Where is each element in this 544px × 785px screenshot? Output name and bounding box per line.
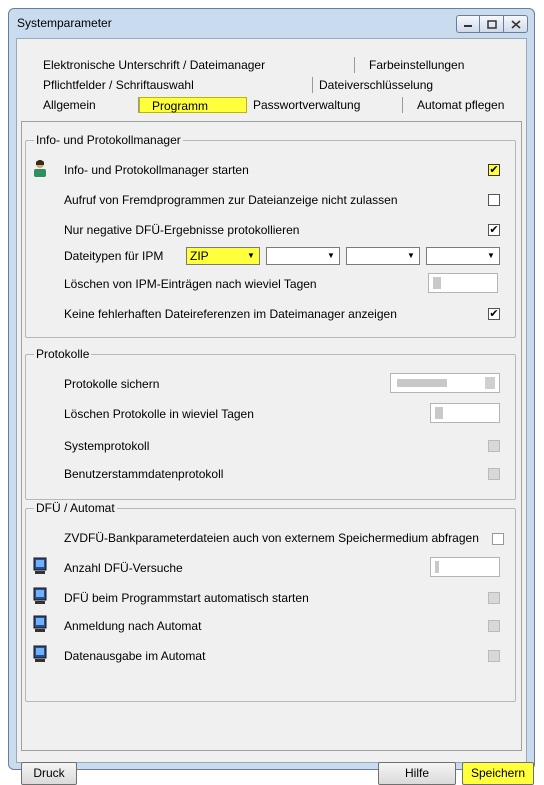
dropdown-dateityp-1[interactable]: ZIP ▼	[186, 247, 260, 265]
maximize-button[interactable]	[480, 15, 504, 33]
label-negative-dfue: Nur negative DFÜ-Ergebnisse protokollier…	[64, 223, 300, 237]
chevron-down-icon: ▼	[487, 251, 495, 260]
dropdown-protokolle-sichern[interactable]	[390, 373, 500, 393]
minimize-icon	[464, 25, 472, 27]
minimize-button[interactable]	[456, 15, 480, 33]
checkbox-anmeldung-automat[interactable]	[488, 620, 500, 632]
tab-automat-pflegen[interactable]: Automat pflegen	[403, 97, 513, 113]
dialog-client: Elektronische Unterschrift / Dateimanage…	[16, 38, 534, 785]
tab-elektronische-unterschrift[interactable]: Elektronische Unterschrift / Dateimanage…	[37, 57, 355, 73]
user-icon	[34, 160, 46, 177]
label-fremdprogramme: Aufruf von Fremdprogrammen zur Dateianze…	[64, 193, 398, 207]
computer-icon	[33, 615, 47, 632]
group-protokolle: Protokolle Protokolle sichern Löschen Pr…	[25, 347, 516, 500]
tab-panel-programm: Info- und Protokollmanager Info- und Pro…	[21, 121, 522, 751]
label-fehlerhafte-referenzen: Keine fehlerhaften Dateireferenzen im Da…	[64, 307, 397, 321]
close-icon	[510, 19, 521, 29]
chevron-down-icon: ▼	[327, 251, 335, 260]
chevron-down-icon: ▼	[407, 251, 415, 260]
checkbox-dfue-autostart[interactable]	[488, 592, 500, 604]
window-title: Systemparameter	[17, 16, 112, 30]
print-button[interactable]: Druck	[21, 762, 77, 785]
input-protokolle-tage[interactable]	[430, 403, 500, 423]
label-benutzerstammdatenprotokoll: Benutzerstammdatenprotokoll	[64, 467, 224, 481]
group-label: Info- und Protokollmanager	[34, 133, 183, 147]
checkbox-systemprotokoll[interactable]	[488, 440, 500, 452]
computer-icon	[33, 587, 47, 604]
label-dateitypen: Dateitypen für IPM	[64, 249, 164, 263]
obscured-value	[397, 379, 447, 387]
tab-pflichtfelder[interactable]: Pflichtfelder / Schriftauswahl	[37, 77, 313, 93]
checkbox-negative-dfue[interactable]: ✔	[488, 224, 500, 236]
input-ipm-tage[interactable]	[428, 273, 498, 293]
label-anmeldung-automat: Anmeldung nach Automat	[64, 619, 202, 633]
group-info-protokollmanager: Info- und Protokollmanager Info- und Pro…	[25, 133, 516, 338]
group-label: DFÜ / Automat	[34, 501, 117, 515]
maximize-icon	[486, 19, 497, 29]
obscured-value	[435, 561, 439, 573]
chevron-down-icon: ▼	[247, 251, 255, 260]
label-dfue-autostart: DFÜ beim Programmstart automatisch start…	[64, 591, 309, 605]
checkbox-datenausgabe-automat[interactable]	[488, 650, 500, 662]
checkbox-ipm-starten[interactable]: ✔	[488, 164, 500, 176]
save-button[interactable]: Speichern	[462, 762, 534, 785]
label-datenausgabe-automat: Datenausgabe im Automat	[64, 649, 206, 663]
label-dfue-versuche: Anzahl DFÜ-Versuche	[64, 561, 183, 575]
system-parameter-window: Systemparameter Elektronische Unterschri…	[8, 8, 535, 785]
dropdown-dateityp-4[interactable]: ▼	[426, 247, 500, 265]
label-protokolle-sichern: Protokolle sichern	[64, 377, 160, 391]
title-bar[interactable]: Systemparameter	[9, 9, 534, 37]
label-protokolle-loeschen: Löschen Protokolle in wieviel Tagen	[64, 407, 254, 421]
help-button[interactable]: Hilfe	[378, 762, 456, 785]
tab-programm[interactable]: Programm	[139, 97, 247, 113]
input-dfue-versuche[interactable]	[430, 557, 500, 577]
dropdown-value: ZIP	[190, 249, 209, 263]
label-zvdfue: ZVDFÜ-Bankparameterdateien auch von exte…	[64, 531, 479, 545]
close-button[interactable]	[504, 15, 528, 33]
obscured-value	[433, 277, 441, 289]
computer-icon	[33, 557, 47, 574]
label-ipm-starten: Info- und Protokollmanager starten	[64, 163, 249, 177]
chevron-down-icon	[485, 377, 495, 389]
checkbox-benutzerstammdatenprotokoll[interactable]	[488, 468, 500, 480]
checkbox-fremdprogramme[interactable]	[488, 194, 500, 206]
label-ipm-loeschen: Löschen von IPM-Einträgen nach wieviel T…	[64, 277, 317, 291]
checkbox-fehlerhafte-referenzen[interactable]: ✔	[488, 308, 500, 320]
obscured-value	[435, 407, 443, 419]
tab-passwortverwaltung[interactable]: Passwortverwaltung	[247, 97, 403, 113]
tab-dateiverschluesselung[interactable]: Dateiverschlüsselung	[313, 77, 453, 93]
checkbox-zvdfue[interactable]	[492, 533, 504, 545]
dropdown-dateityp-3[interactable]: ▼	[346, 247, 420, 265]
group-label: Protokolle	[34, 347, 92, 361]
tab-farbeinstellungen[interactable]: Farbeinstellungen	[355, 57, 475, 73]
tab-allgemein[interactable]: Allgemein	[37, 97, 139, 113]
computer-icon	[33, 645, 47, 662]
label-systemprotokoll: Systemprotokoll	[64, 439, 150, 453]
dropdown-dateityp-2[interactable]: ▼	[266, 247, 340, 265]
group-dfue-automat: DFÜ / Automat ZVDFÜ-Bankparameterdateien…	[25, 501, 516, 702]
